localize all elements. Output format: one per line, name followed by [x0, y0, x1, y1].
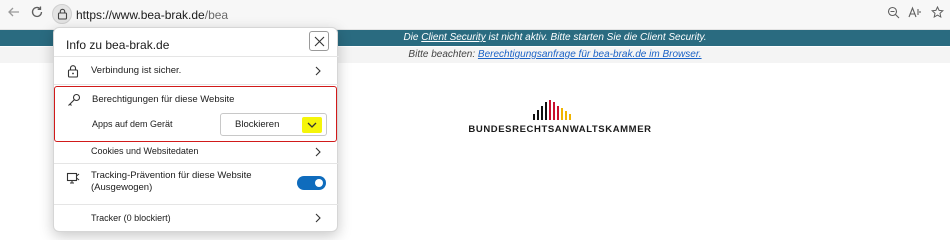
permissions-heading: Berechtigungen für diese Website — [92, 94, 235, 105]
logo-text: BUNDESRECHTSANWALTSKAMMER — [468, 124, 652, 135]
apps-permission-select[interactable]: Blockieren — [220, 113, 327, 136]
back-icon[interactable] — [4, 5, 24, 25]
connection-label: Verbindung ist sicher. — [91, 65, 182, 76]
address-bar-url[interactable]: https://www.bea-brak.de/bea — [76, 8, 228, 22]
tracking-icon — [66, 172, 80, 184]
notice1-prefix: Die — [403, 32, 422, 43]
client-security-link[interactable]: Client Security — [421, 32, 485, 43]
notice1-suffix: ist nicht aktiv. Bitte starten Sie die C… — [485, 32, 707, 43]
lock-icon — [67, 65, 79, 78]
divider — [54, 84, 339, 85]
reload-icon[interactable] — [27, 5, 47, 25]
key-icon — [68, 93, 81, 106]
close-icon — [314, 36, 325, 47]
toggle-knob — [315, 179, 323, 187]
url-host: https://www.bea-brak.de — [76, 8, 205, 22]
cookies-row[interactable]: Cookies und Websitedaten — [54, 141, 339, 163]
close-button[interactable] — [309, 31, 329, 51]
permission-request-link[interactable]: Berechtigungsanfrage für bea-brak.de im … — [478, 49, 702, 60]
tracking-label-line2: (Ausgewogen) — [91, 182, 153, 193]
apps-permission-value: Blockieren — [235, 119, 280, 130]
chevron-right-icon — [315, 213, 321, 223]
logo-bars-icon — [533, 100, 571, 120]
popup-title: Info zu bea-brak.de — [66, 38, 170, 52]
read-aloud-icon[interactable] — [906, 6, 924, 24]
browser-window: https://www.bea-brak.de/bea Die Client S… — [0, 0, 950, 238]
dropdown-arrow[interactable] — [302, 117, 322, 133]
favorite-star-icon[interactable] — [928, 5, 946, 24]
connection-row[interactable]: Verbindung ist sicher. — [54, 57, 339, 84]
cookies-label: Cookies und Websitedaten — [91, 146, 199, 156]
tracker-label: Tracker (0 blockiert) — [91, 213, 171, 223]
site-info-popup: Info zu bea-brak.de Verbindung ist siche… — [53, 27, 339, 232]
site-info-lock-button[interactable] — [52, 4, 72, 24]
notice2-prefix: Bitte beachten: — [408, 49, 478, 60]
zoom-out-icon[interactable] — [884, 6, 902, 24]
apps-label: Apps auf dem Gerät — [92, 119, 173, 129]
tracking-label-line1: Tracking-Prävention für diese Website — [91, 170, 252, 181]
tracker-row[interactable]: Tracker (0 blockiert) — [54, 205, 339, 232]
chevron-right-icon — [315, 66, 321, 76]
tracking-toggle[interactable] — [297, 176, 326, 190]
browser-toolbar: https://www.bea-brak.de/bea — [0, 0, 950, 30]
permissions-section: Berechtigungen für diese Website Apps au… — [54, 86, 337, 142]
chevron-right-icon — [315, 147, 321, 157]
url-path: /bea — [204, 8, 229, 22]
brak-logo: BUNDESRECHTSANWALTSKAMMER — [460, 100, 660, 140]
chevron-down-icon — [307, 122, 317, 128]
